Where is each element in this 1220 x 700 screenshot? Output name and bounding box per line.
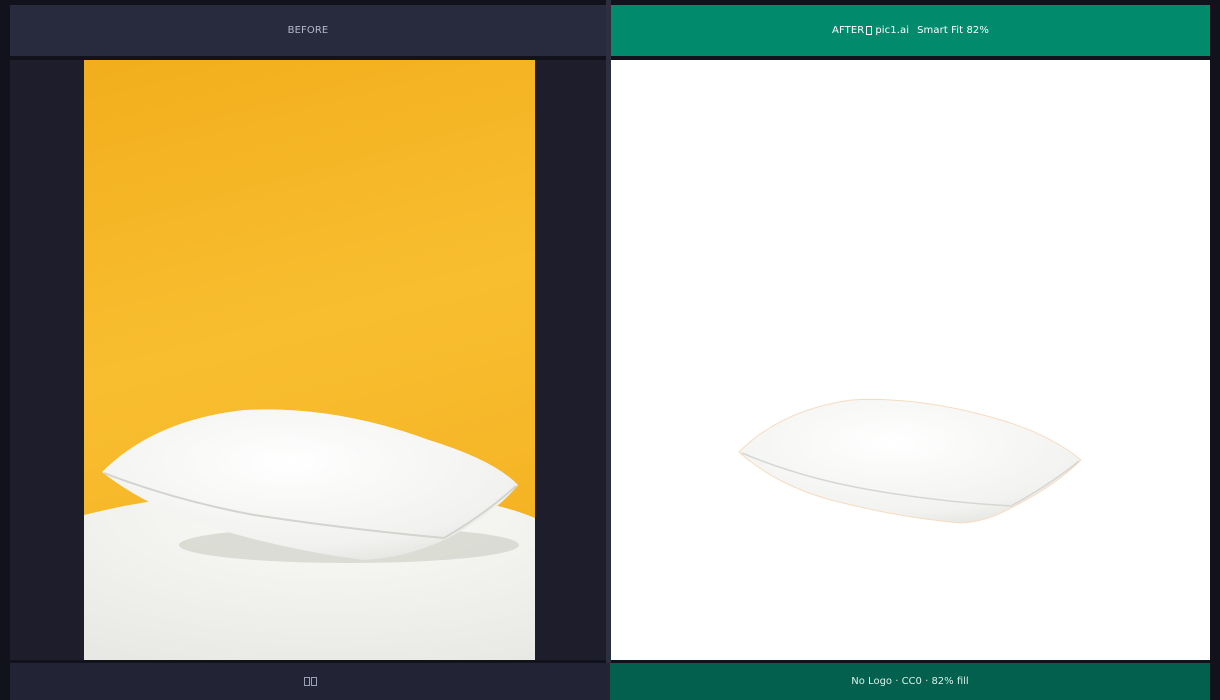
result-info-text: No Logo · CC0 · 82% fill — [851, 676, 969, 687]
missing-glyph-icon — [866, 26, 873, 35]
missing-glyph-icon — [310, 677, 317, 686]
original-photo-art — [84, 409, 535, 660]
mode-label: Smart Fit 82% — [917, 25, 989, 36]
missing-glyph-icon — [303, 677, 310, 686]
after-footer: No Logo · CC0 · 82% fill — [610, 663, 1210, 700]
result-photo-art — [738, 398, 1082, 524]
before-panel — [10, 60, 606, 660]
brand-label: pic1.ai — [875, 25, 910, 36]
after-header: AFTER pic1.ai Smart Fit 82% — [611, 5, 1210, 56]
before-footer — [10, 663, 610, 700]
before-label: BEFORE — [287, 25, 329, 36]
after-panel — [611, 60, 1210, 660]
original-photo — [84, 60, 535, 660]
after-label: AFTER — [832, 25, 865, 36]
before-header: BEFORE — [10, 5, 606, 56]
